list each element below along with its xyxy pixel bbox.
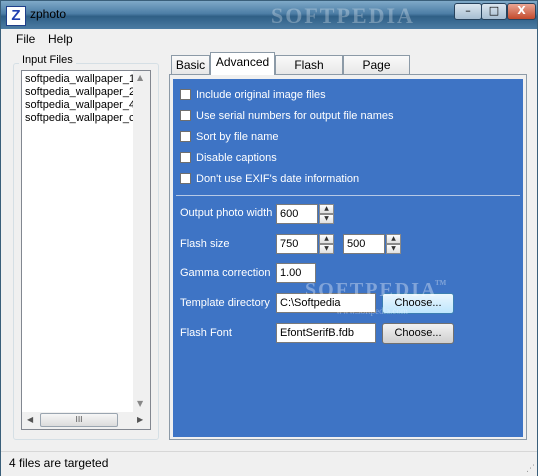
spin-down-icon[interactable]: ▼ [319,214,334,224]
scroll-left-icon[interactable]: ◀ [27,415,33,424]
flash-size-label: Flash size [180,238,230,250]
app-icon: Z [6,6,26,26]
checkbox-label: Include original image files [196,89,326,101]
scroll-thumb[interactable]: III [40,413,118,427]
checkbox-label: Use serial numbers for output file names [196,110,394,122]
watermark-url: www.softpedia.com [336,306,408,316]
output-width-spinner[interactable]: ▲ ▼ [319,204,334,224]
scroll-right-icon[interactable]: ▶ [137,415,143,424]
scroll-down-icon[interactable]: ▼ [137,399,143,408]
title-bar[interactable]: Z zphoto SOFTPEDIA – □ X [1,1,537,29]
tab-page-colors[interactable]: Page Colors [343,55,410,90]
spin-up-icon[interactable]: ▲ [386,234,401,244]
spin-down-icon[interactable]: ▼ [386,244,401,254]
close-button[interactable]: X [507,3,536,20]
resize-grip-icon[interactable]: ⋰ [526,464,535,474]
maximize-button[interactable]: □ [481,3,507,20]
checkbox-box[interactable] [180,89,191,100]
input-files-title: Input Files [19,54,76,66]
tab-basic[interactable]: Basic [171,55,210,75]
input-files-list[interactable]: softpedia_wallpaper_1 softpedia_wallpape… [21,70,151,430]
menu-file[interactable]: File [16,32,35,46]
watermark-tm: TM [435,279,447,287]
checkbox-label: Sort by file name [196,131,279,143]
spin-up-icon[interactable]: ▲ [319,204,334,214]
status-text: 4 files are targeted [9,456,109,470]
include-original-checkbox[interactable]: Include original image files [180,89,326,103]
minimize-button[interactable]: – [454,3,482,20]
list-item[interactable]: softpedia_wallpaper_2 [25,86,135,98]
spin-down-icon[interactable]: ▼ [319,244,334,254]
no-exif-date-checkbox[interactable]: Don't use EXIF's date information [180,173,359,187]
vertical-scrollbar[interactable]: ▲ ▼ [133,71,150,412]
list-item[interactable]: softpedia_wallpaper_cl [25,112,137,124]
gamma-label: Gamma correction [180,267,271,279]
advanced-panel: Include original image files Use serial … [169,74,527,440]
flash-width-input[interactable]: 750 [276,234,318,254]
sort-by-name-checkbox[interactable]: Sort by file name [180,131,279,145]
scroll-up-icon[interactable]: ▲ [137,73,143,82]
flash-height-input[interactable]: 500 [343,234,385,254]
checkbox-box[interactable] [180,173,191,184]
checkbox-label: Don't use EXIF's date information [196,173,360,185]
tab-flash-colors[interactable]: Flash Colors [275,55,343,90]
serial-numbers-checkbox[interactable]: Use serial numbers for output file names [180,110,393,124]
spin-up-icon[interactable]: ▲ [319,234,334,244]
flash-font-label: Flash Font [180,327,232,339]
list-item[interactable]: softpedia_wallpaper_1 [25,73,135,85]
disable-captions-checkbox[interactable]: Disable captions [180,152,277,166]
flash-height-spinner[interactable]: ▲ ▼ [386,234,401,254]
title-watermark: SOFTPEDIA [271,3,415,28]
checkbox-label: Disable captions [196,152,277,164]
menu-bar: File Help [1,29,537,49]
flash-width-spinner[interactable]: ▲ ▼ [319,234,334,254]
template-dir-label: Template directory [180,297,270,309]
horizontal-scrollbar[interactable]: ◀ III ▶ [22,412,150,429]
menu-help[interactable]: Help [48,32,73,46]
list-item[interactable]: softpedia_wallpaper_4 [25,99,135,111]
checkbox-box[interactable] [180,110,191,121]
tab-advanced[interactable]: Advanced [210,52,275,75]
separator [176,195,520,196]
output-width-input[interactable]: 600 [276,204,318,224]
flash-font-choose-button[interactable]: Choose... [382,323,454,344]
checkbox-box[interactable] [180,152,191,163]
flash-font-input[interactable]: EfontSerifB.fdb [276,323,376,343]
app-window: Z zphoto SOFTPEDIA – □ X File Help Input… [0,0,538,476]
output-width-label: Output photo width [180,207,273,219]
checkbox-box[interactable] [180,131,191,142]
window-title: zphoto [30,7,67,21]
status-bar: 4 files are targeted ⋰ [1,451,537,476]
watermark-brand: SOFTPEDIA [305,279,438,301]
advanced-options-area: Include original image files Use serial … [173,79,523,437]
